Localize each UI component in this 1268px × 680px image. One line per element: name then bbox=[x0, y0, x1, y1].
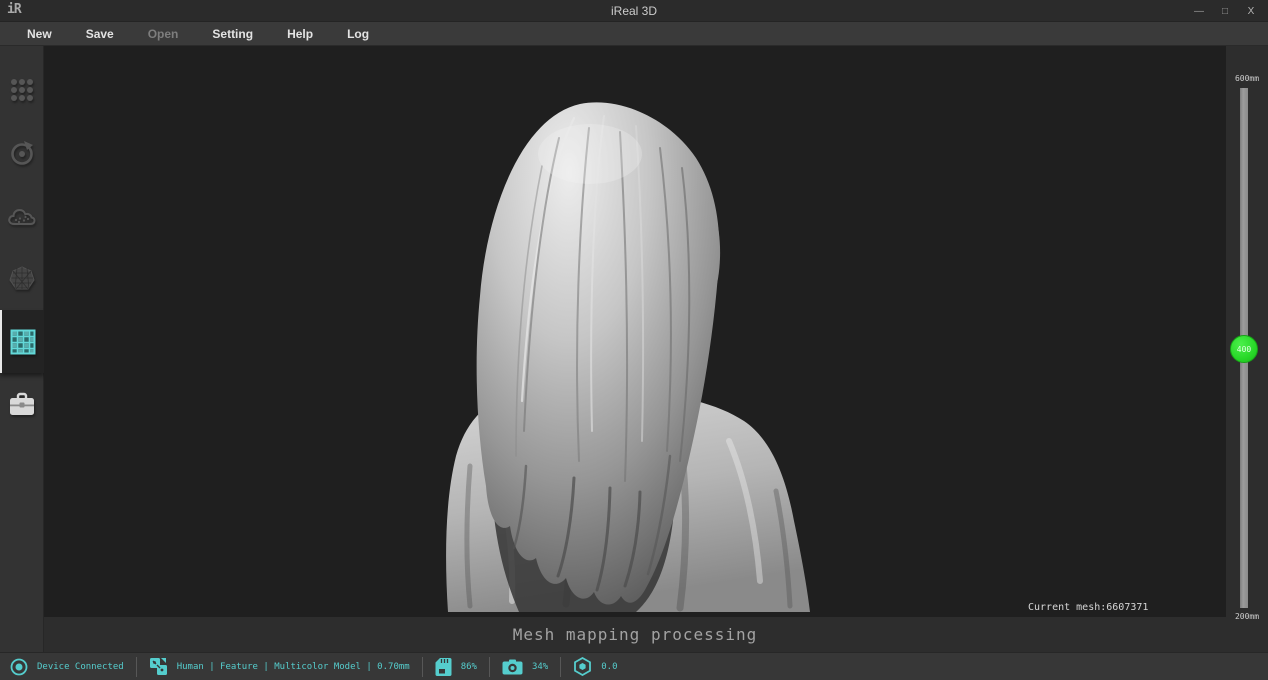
menu-item-setting[interactable]: Setting bbox=[195, 22, 270, 46]
scan-range-slider-panel: 600mm 400 200mm bbox=[1226, 46, 1268, 652]
device-connected-icon bbox=[10, 658, 28, 676]
statusbar-separator bbox=[422, 657, 423, 677]
sidebar-item-toolbox[interactable] bbox=[0, 373, 44, 436]
hexagon-gauge-icon bbox=[573, 657, 592, 676]
menubar: New Save Open Setting Help Log bbox=[0, 22, 1268, 46]
window-controls: — □ X bbox=[1186, 0, 1264, 22]
scan-settings-item: Human | Feature | Multicolor Model | 0.7… bbox=[149, 657, 410, 676]
menu-item-save[interactable]: Save bbox=[69, 22, 131, 46]
sidebar-item-texture-grid[interactable] bbox=[0, 310, 44, 373]
slider-min-label: 200mm bbox=[1226, 612, 1268, 621]
close-button[interactable]: X bbox=[1238, 0, 1264, 22]
dots-grid-icon bbox=[9, 77, 35, 103]
menu-item-new[interactable]: New bbox=[10, 22, 69, 46]
scan-settings-text: Human | Feature | Multicolor Model | 0.7… bbox=[177, 662, 410, 672]
minimize-button[interactable]: — bbox=[1186, 0, 1212, 22]
window-title: iReal 3D bbox=[0, 4, 1268, 18]
sidebar-item-mesh-sphere[interactable] bbox=[0, 247, 44, 310]
sidebar bbox=[0, 46, 44, 652]
statusbar: Device Connected Human | Feature | Multi… bbox=[0, 652, 1268, 680]
memory-usage-item: 86% bbox=[435, 657, 477, 677]
slider-handle[interactable]: 400 bbox=[1230, 335, 1258, 363]
maximize-button[interactable]: □ bbox=[1212, 0, 1238, 22]
memory-usage-text: 86% bbox=[461, 662, 477, 672]
processing-status-text: Mesh mapping processing bbox=[513, 625, 758, 644]
target-scan-icon bbox=[8, 139, 36, 167]
device-status-item: Device Connected bbox=[10, 658, 124, 676]
scanner-mode-icon bbox=[149, 657, 168, 676]
statusbar-separator bbox=[136, 657, 137, 677]
scanned-model-3d bbox=[424, 96, 844, 617]
ireal3d-window: iR iReal 3D — □ X New Save Open Setting … bbox=[0, 0, 1268, 680]
statusbar-separator bbox=[560, 657, 561, 677]
mesh-sphere-icon bbox=[8, 265, 36, 293]
grid-icon bbox=[10, 329, 36, 355]
camera-icon bbox=[502, 659, 523, 675]
viewport-3d[interactable]: Current mesh:6607371 Currently selected … bbox=[44, 46, 1226, 617]
status-message-band: Mesh mapping processing bbox=[44, 617, 1226, 652]
current-mesh-label: Current mesh:6607371 bbox=[1028, 598, 1179, 617]
titlebar: iR iReal 3D — □ X bbox=[0, 0, 1268, 22]
menu-item-log[interactable]: Log bbox=[330, 22, 386, 46]
toolbox-icon bbox=[8, 392, 36, 418]
device-status-text: Device Connected bbox=[37, 662, 124, 672]
sidebar-item-apps-grid[interactable] bbox=[0, 58, 44, 121]
menu-item-help[interactable]: Help bbox=[270, 22, 330, 46]
sidebar-item-scan[interactable] bbox=[0, 121, 44, 184]
menu-item-open[interactable]: Open bbox=[131, 22, 196, 46]
slider-value: 400 bbox=[1237, 345, 1251, 354]
speed-item: 0.0 bbox=[573, 657, 617, 676]
camera-usage-text: 34% bbox=[532, 662, 548, 672]
slider-max-label: 600mm bbox=[1226, 74, 1268, 83]
cloud-points-icon bbox=[7, 204, 37, 228]
camera-usage-item: 34% bbox=[502, 659, 548, 675]
memory-card-icon bbox=[435, 657, 452, 677]
speed-text: 0.0 bbox=[601, 662, 617, 672]
mesh-info: Current mesh:6607371 Currently selected … bbox=[1028, 558, 1179, 617]
sidebar-item-point-cloud[interactable] bbox=[0, 184, 44, 247]
statusbar-separator bbox=[489, 657, 490, 677]
